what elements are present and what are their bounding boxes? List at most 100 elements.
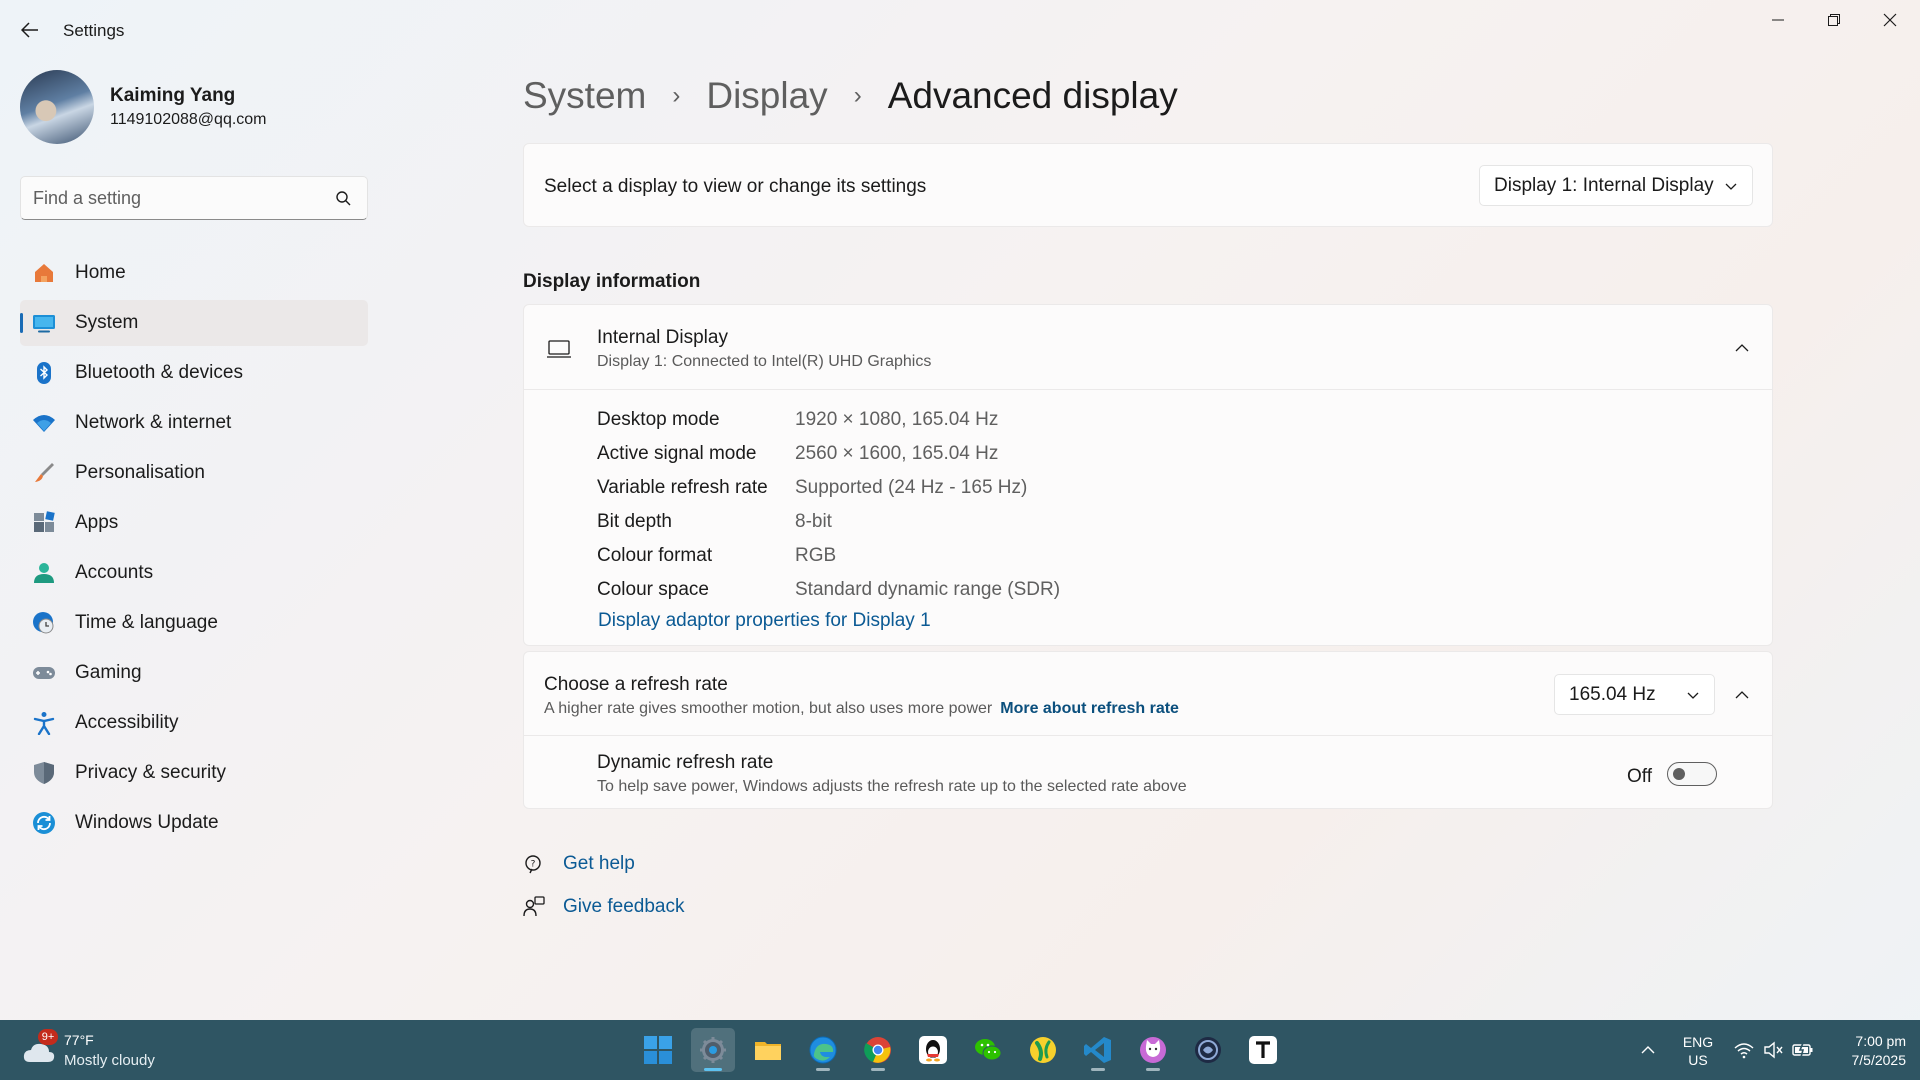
get-help-link[interactable]: Get help <box>563 853 635 875</box>
info-row: Bit depth 8-bit <box>597 505 1060 539</box>
sidebar-item-label: Network & internet <box>75 412 232 433</box>
sidebar-item-label: Gaming <box>75 662 142 683</box>
sidebar-item-accounts[interactable]: Accounts <box>20 550 368 596</box>
wifi-tray-icon[interactable] <box>1733 1039 1755 1061</box>
restore-icon <box>1828 14 1840 26</box>
back-button[interactable] <box>16 16 44 44</box>
language-indicator[interactable]: ENG US <box>1680 1033 1716 1069</box>
display-dropdown[interactable]: Display 1: Internal Display <box>1479 165 1753 206</box>
taskbar-app-settings[interactable] <box>691 1028 735 1072</box>
chevron-up-icon[interactable] <box>1734 340 1750 356</box>
apps-icon <box>34 511 55 532</box>
search-input[interactable] <box>33 187 323 209</box>
info-key: Bit depth <box>597 511 672 532</box>
sidebar-item-network[interactable]: Network & internet <box>20 400 368 446</box>
sidebar-item-time-language[interactable]: Time & language <box>20 600 368 646</box>
refresh-rate-card: Choose a refresh rate A higher rate give… <box>523 651 1773 809</box>
minimize-button[interactable] <box>1758 8 1798 32</box>
brush-icon <box>35 463 54 482</box>
display-info-card: Internal Display Display 1: Connected to… <box>523 304 1773 646</box>
back-arrow-icon <box>21 22 38 38</box>
update-icon <box>33 812 55 834</box>
refresh-rate-description: A higher rate gives smoother motion, but… <box>544 700 1179 718</box>
give-feedback-row[interactable]: Give feedback <box>523 896 684 918</box>
info-key: Variable refresh rate <box>597 477 768 498</box>
weather-temperature: 77°F <box>64 1032 94 1048</box>
start-button[interactable] <box>636 1028 680 1072</box>
taskbar-app-typora[interactable] <box>1241 1028 1285 1072</box>
info-value: Standard dynamic range (SDR) <box>795 579 1061 600</box>
get-help-icon: ? <box>525 855 541 874</box>
taskbar-app-chrome[interactable] <box>856 1028 900 1072</box>
display-info-rows: Desktop mode 1920 × 1080, 165.04 Hz Acti… <box>597 403 1060 607</box>
info-value: 2560 × 1600, 165.04 Hz <box>795 443 999 464</box>
language-line2: US <box>1688 1052 1708 1068</box>
profile-email: 1149102088@qq.com <box>110 111 267 128</box>
info-value: 1920 × 1080, 165.04 Hz <box>795 409 999 430</box>
title-bar: Settings <box>0 0 1920 60</box>
info-key: Colour space <box>597 579 709 600</box>
avatar[interactable] <box>20 70 94 144</box>
running-indicator <box>1091 1068 1105 1071</box>
taskbar-app-file-explorer[interactable] <box>746 1028 790 1072</box>
breadcrumb-display[interactable]: Display <box>706 75 827 117</box>
taskbar-app-circle[interactable] <box>1186 1028 1230 1072</box>
refresh-rate-title: Choose a refresh rate <box>544 674 728 695</box>
chevron-up-icon[interactable] <box>1734 687 1750 703</box>
battery-charging-icon[interactable] <box>1792 1039 1814 1061</box>
dynamic-refresh-rate-title: Dynamic refresh rate <box>597 752 774 773</box>
taskbar-app-cat[interactable] <box>1131 1028 1175 1072</box>
volume-muted-icon[interactable] <box>1762 1039 1784 1061</box>
taskbar-app-qq[interactable] <box>911 1028 955 1072</box>
sidebar-item-accessibility[interactable]: Accessibility <box>20 700 368 746</box>
sidebar-item-home[interactable]: Home <box>20 250 368 296</box>
app-yellow-icon <box>1030 1037 1056 1063</box>
display-connection: Display 1: Connected to Intel(R) UHD Gra… <box>597 353 932 370</box>
display-name: Internal Display <box>597 327 728 348</box>
sidebar-item-apps[interactable]: Apps <box>20 500 368 546</box>
page-title: Advanced display <box>887 75 1178 116</box>
sidebar-item-gaming[interactable]: Gaming <box>20 650 368 696</box>
sidebar-item-label: Apps <box>75 512 119 533</box>
taskbar: 9+ 77°F Mostly cloudy ENG US 7:00 pm 7/5… <box>0 1020 1920 1080</box>
bluetooth-icon <box>37 362 51 384</box>
sidebar-item-label: Accounts <box>75 562 154 583</box>
laptop-icon <box>547 340 571 358</box>
clock[interactable]: 7:00 pm 7/5/2025 <box>1830 1032 1907 1070</box>
profile-name: Kaiming Yang <box>110 85 236 106</box>
chevron-down-icon <box>1725 183 1737 190</box>
gamepad-icon <box>33 667 55 679</box>
dynamic-refresh-rate-toggle[interactable] <box>1667 762 1717 786</box>
feedback-icon <box>523 896 545 917</box>
search-icon[interactable] <box>335 190 353 208</box>
chevron-right-icon: › <box>853 82 862 109</box>
display-info-header[interactable]: Internal Display Display 1: Connected to… <box>524 305 1772 390</box>
close-button[interactable] <box>1870 8 1910 32</box>
taskbar-app-yellow[interactable] <box>1021 1028 1065 1072</box>
sidebar-item-bluetooth[interactable]: Bluetooth & devices <box>20 350 368 396</box>
sidebar-item-personalisation[interactable]: Personalisation <box>20 450 368 496</box>
breadcrumb-system[interactable]: System <box>523 75 646 117</box>
taskbar-app-wechat[interactable] <box>966 1028 1010 1072</box>
close-icon <box>1883 13 1897 27</box>
show-hidden-icons-icon[interactable] <box>1640 1042 1656 1058</box>
sidebar-item-system[interactable]: System <box>20 300 368 346</box>
give-feedback-link[interactable]: Give feedback <box>563 896 684 918</box>
sidebar-item-privacy[interactable]: Privacy & security <box>20 750 368 796</box>
clock-globe-icon <box>33 612 54 634</box>
info-value: 8-bit <box>795 511 832 532</box>
sidebar-item-windows-update[interactable]: Windows Update <box>20 800 368 846</box>
refresh-rate-subtitle: A higher rate gives smoother motion, but… <box>544 700 993 717</box>
app-title: Settings <box>63 21 125 40</box>
taskbar-app-vscode[interactable] <box>1076 1028 1120 1072</box>
info-row: Colour format RGB <box>597 539 1060 573</box>
minimize-icon <box>1772 19 1784 21</box>
taskbar-app-edge[interactable] <box>801 1028 845 1072</box>
restore-button[interactable] <box>1814 8 1854 32</box>
accessibility-icon <box>33 712 55 735</box>
display-adapter-properties-link[interactable]: Display adaptor properties for Display 1 <box>598 610 931 632</box>
refresh-rate-dropdown[interactable]: 165.04 Hz <box>1554 674 1715 715</box>
info-value: Supported (24 Hz - 165 Hz) <box>795 477 1028 498</box>
get-help-row[interactable]: ? Get help <box>523 853 635 875</box>
more-about-refresh-rate-link[interactable]: More about refresh rate <box>1000 700 1179 717</box>
